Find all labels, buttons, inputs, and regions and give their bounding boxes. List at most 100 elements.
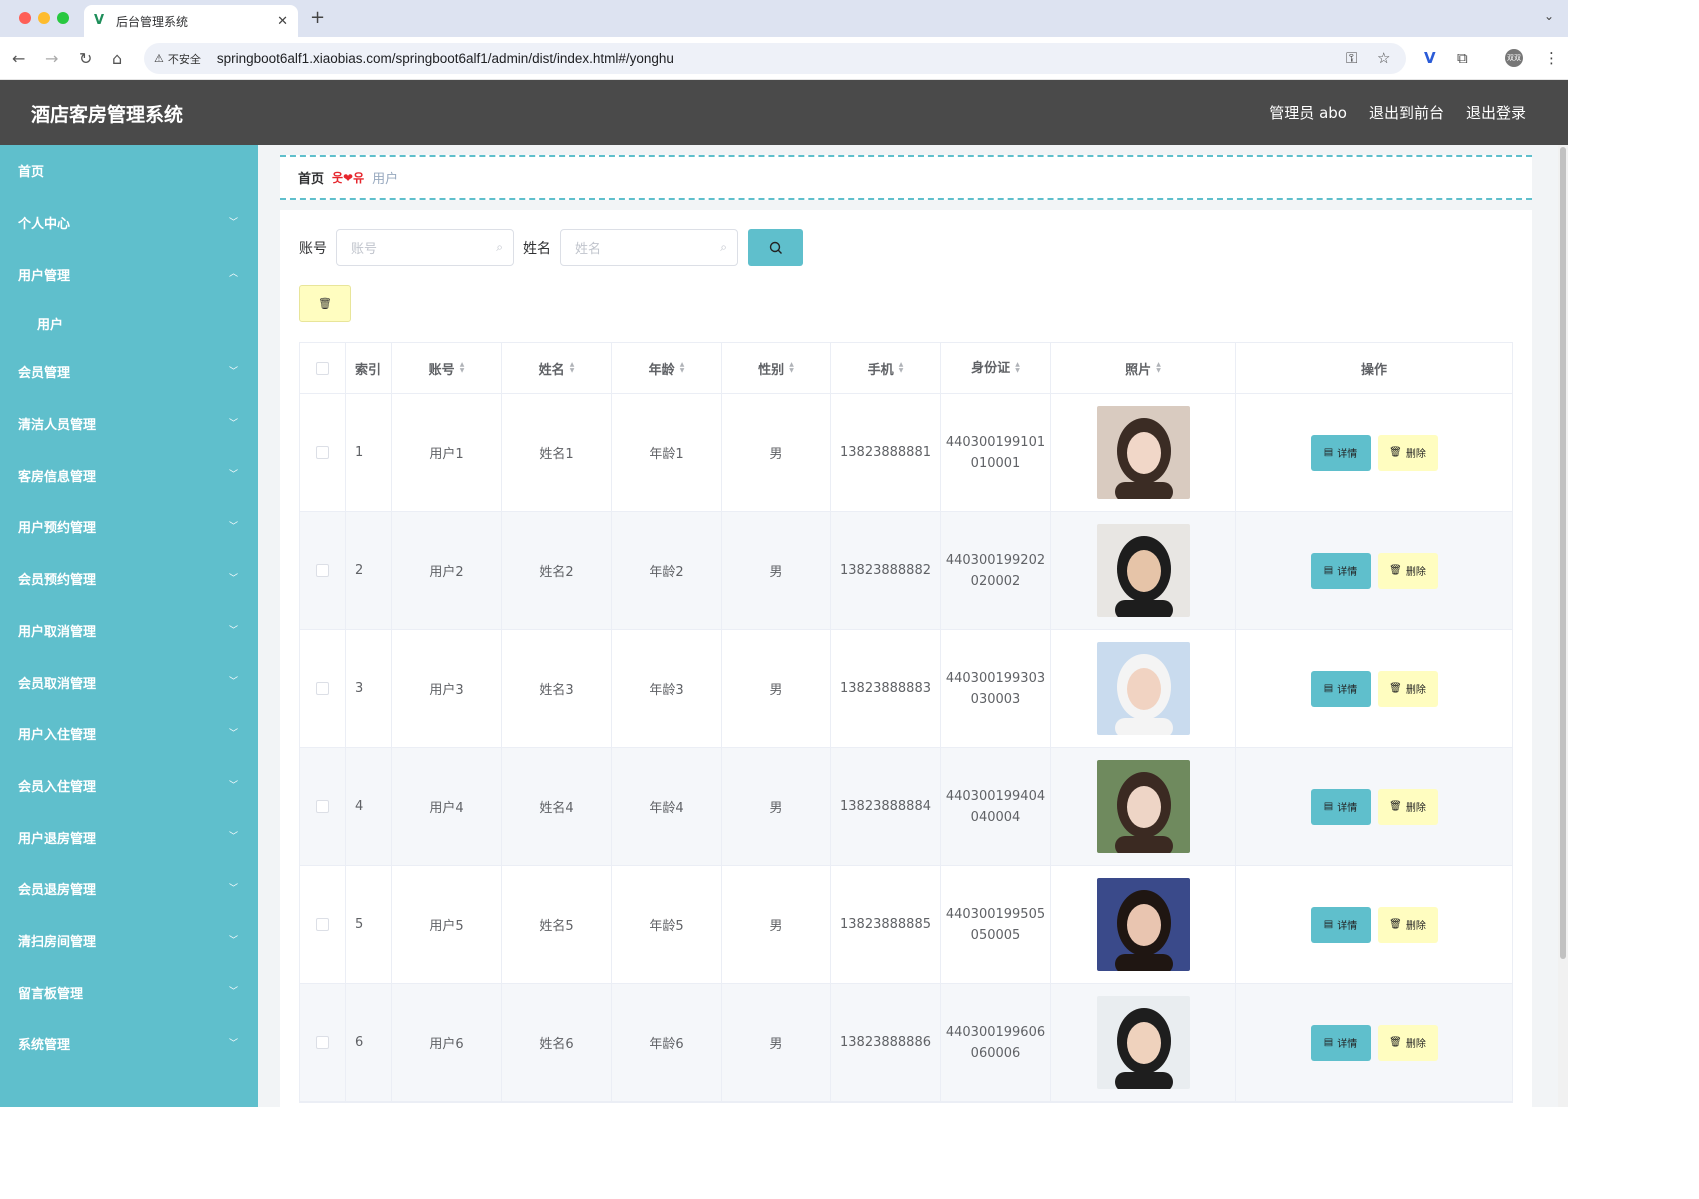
sort-icon[interactable]: ▲ ▼: [1015, 362, 1020, 374]
detail-button[interactable]: ▤ 详情: [1310, 670, 1371, 707]
detail-button[interactable]: ▤ 详情: [1310, 552, 1371, 589]
user-photo[interactable]: [1096, 406, 1190, 499]
profile-avatar[interactable]: 双双: [1505, 49, 1523, 67]
detail-button[interactable]: ▤ 详情: [1310, 906, 1371, 943]
breadcrumb-current: 用户: [372, 172, 399, 187]
back-to-front-link[interactable]: 退出到前台: [1369, 102, 1444, 123]
row-checkbox[interactable]: [316, 918, 329, 931]
chevron-down-icon: ﹀: [228, 470, 238, 481]
delete-button[interactable]: 🗑 删除: [1377, 434, 1438, 471]
browser-tab[interactable]: V 后台管理系统 ✕: [84, 5, 298, 37]
sidebar-subitem-users[interactable]: 用户: [0, 300, 258, 346]
scrollbar-thumb[interactable]: [1560, 147, 1566, 959]
sidebar-item-user-checkin[interactable]: 用户入住管理 ﹀: [0, 708, 258, 760]
user-photo[interactable]: [1096, 996, 1190, 1089]
row-checkbox[interactable]: [316, 446, 329, 459]
new-tab-icon[interactable]: +: [310, 7, 325, 28]
index-cell: 1: [346, 394, 392, 511]
tab-search-icon[interactable]: ⌄: [1544, 9, 1554, 23]
sidebar-item-member-booking[interactable]: 会员预约管理 ﹀: [0, 553, 258, 605]
sort-icon[interactable]: ▲ ▼: [789, 362, 794, 374]
column-header-name[interactable]: 姓名 ▲ ▼: [502, 343, 612, 393]
sidebar-item-room-info[interactable]: 客房信息管理 ﹀: [0, 449, 258, 501]
password-key-icon[interactable]: ⚿: [1346, 49, 1357, 67]
account-search-label: 账号: [299, 241, 327, 257]
column-header-account[interactable]: 账号 ▲ ▼: [392, 343, 502, 393]
close-tab-icon[interactable]: ✕: [277, 14, 288, 29]
sort-icon[interactable]: ▲ ▼: [1156, 362, 1161, 374]
sidebar-item-cleaner-management[interactable]: 清洁人员管理 ﹀: [0, 398, 258, 450]
row-checkbox[interactable]: [316, 800, 329, 813]
extension-v-icon[interactable]: V: [1424, 49, 1436, 67]
delete-button[interactable]: 🗑 删除: [1377, 670, 1438, 707]
sidebar-item-user-management[interactable]: 用户管理 ︿: [0, 248, 258, 300]
breadcrumb-home[interactable]: 首页: [298, 168, 324, 187]
user-photo[interactable]: [1096, 642, 1190, 735]
sidebar-item-label: 用户入住管理: [18, 728, 97, 744]
delete-label: 删除: [1405, 921, 1426, 932]
user-photo[interactable]: [1096, 524, 1190, 617]
address-bar[interactable]: ⚠ 不安全 springboot6alf1.xiaobias.com/spring…: [144, 43, 1406, 74]
browser-menu-icon[interactable]: ⋮: [1544, 49, 1559, 67]
home-icon[interactable]: ⌂: [112, 49, 122, 68]
delete-button[interactable]: 🗑 删除: [1377, 906, 1438, 943]
delete-button[interactable]: 🗑 删除: [1377, 552, 1438, 589]
security-warning[interactable]: ⚠ 不安全: [154, 51, 201, 67]
column-header-id-card[interactable]: 身份证 ▲ ▼: [941, 343, 1051, 393]
select-all-checkbox[interactable]: [316, 361, 329, 375]
name-search-input[interactable]: 姓名 ⌕: [560, 229, 738, 266]
sidebar-item-user-cancel[interactable]: 用户取消管理 ﹀: [0, 605, 258, 657]
sort-icon[interactable]: ▲ ▼: [899, 362, 904, 374]
close-window-icon[interactable]: [19, 12, 31, 24]
row-checkbox[interactable]: [316, 564, 329, 577]
delete-button[interactable]: 🗑 删除: [1377, 1024, 1438, 1061]
app-title: 酒店客房管理系统: [31, 104, 184, 126]
sidebar-item-member-management[interactable]: 会员管理 ﹀: [0, 346, 258, 398]
column-header-age[interactable]: 年龄 ▲ ▼: [612, 343, 722, 393]
page-scrollbar[interactable]: [1558, 145, 1568, 1107]
user-photo[interactable]: [1096, 760, 1190, 853]
reload-icon[interactable]: ↻: [79, 49, 92, 68]
detail-button[interactable]: ▤ 详情: [1310, 1024, 1371, 1061]
sidebar-item-member-cancel[interactable]: 会员取消管理 ﹀: [0, 656, 258, 708]
user-photo[interactable]: [1096, 878, 1190, 971]
sidebar-item-user-booking[interactable]: 用户预约管理 ﹀: [0, 501, 258, 553]
logout-link[interactable]: 退出登录: [1466, 102, 1526, 123]
sort-icon[interactable]: ▲ ▼: [570, 362, 575, 374]
name-placeholder: 姓名: [575, 242, 602, 257]
column-header-phone[interactable]: 手机 ▲ ▼: [831, 343, 941, 393]
id-card-cell: 440300199303 030003: [941, 630, 1051, 747]
table-row: 2 用户2 姓名2 年龄2 男 13823888882 440300199202 020002…: [300, 512, 1512, 630]
sidebar-item-system-management[interactable]: 系统管理 ﹀: [0, 1018, 258, 1070]
age-value: 年龄2: [649, 565, 684, 580]
search-button[interactable]: [748, 229, 803, 266]
column-header-gender[interactable]: 性别 ▲ ▼: [722, 343, 831, 393]
minimize-window-icon[interactable]: [38, 12, 50, 24]
sidebar-item-user-checkout[interactable]: 用户退房管理 ﹀: [0, 811, 258, 863]
sidebar-item-home[interactable]: 首页: [0, 145, 258, 197]
maximize-window-icon[interactable]: [57, 12, 69, 24]
sidebar-item-message-board[interactable]: 留言板管理 ﹀: [0, 966, 258, 1018]
bookmark-star-icon[interactable]: ☆: [1377, 49, 1390, 67]
forward-icon[interactable]: →: [45, 49, 58, 68]
sidebar-item-room-cleaning[interactable]: 清扫房间管理 ﹀: [0, 915, 258, 967]
detail-button[interactable]: ▤ 详情: [1310, 434, 1371, 471]
sort-icon[interactable]: ▲ ▼: [460, 362, 465, 374]
id-card-cell: 440300199606 060006: [941, 984, 1051, 1101]
row-checkbox[interactable]: [316, 682, 329, 695]
sidebar-item-personal-center[interactable]: 个人中心 ﹀: [0, 197, 258, 249]
header-label: 性别: [758, 362, 785, 378]
bulk-delete-button[interactable]: 🗑: [299, 285, 351, 322]
account-search-input[interactable]: 账号 ⌕: [336, 229, 514, 266]
extensions-puzzle-icon[interactable]: ⧉: [1457, 49, 1468, 67]
age-value: 年龄4: [649, 801, 684, 816]
age-cell: 年龄2: [612, 512, 722, 629]
detail-button[interactable]: ▤ 详情: [1310, 788, 1371, 825]
sidebar-item-member-checkout[interactable]: 会员退房管理 ﹀: [0, 863, 258, 915]
back-icon[interactable]: ←: [12, 49, 25, 68]
sidebar-item-member-checkin[interactable]: 会员入住管理 ﹀: [0, 760, 258, 812]
delete-button[interactable]: 🗑 删除: [1377, 788, 1438, 825]
row-checkbox[interactable]: [316, 1036, 329, 1049]
column-header-photo[interactable]: 照片 ▲ ▼: [1051, 343, 1236, 393]
sort-icon[interactable]: ▲ ▼: [680, 362, 685, 374]
